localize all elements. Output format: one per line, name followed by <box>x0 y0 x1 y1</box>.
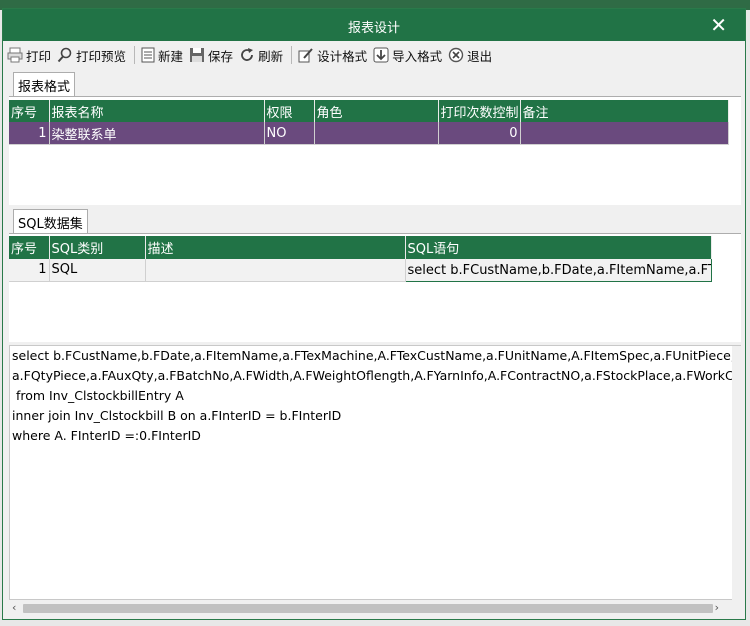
toolbar: 打印 打印预览 新建 保存 刷新 设计格式 导入格式 退出 <box>7 45 498 65</box>
sql-line: where A. FInterID =:0.FInterID <box>12 428 201 443</box>
import-format-label: 导入格式 <box>392 48 443 64</box>
column-header[interactable]: 序号 <box>9 236 50 259</box>
close-icon[interactable]: ✕ <box>710 13 727 37</box>
save-button[interactable]: 保存 <box>189 46 233 65</box>
save-label: 保存 <box>208 48 234 64</box>
floppy-disk-icon <box>190 48 205 62</box>
tab-report-format-label: 报表格式 <box>18 80 71 95</box>
report-table-header: 序号 报表名称 权限 角色 打印次数控制 备注 <box>9 100 729 122</box>
design-format-label: 设计格式 <box>317 48 368 64</box>
sql-line: from Inv_ClstockbillEntry A <box>12 388 184 403</box>
print-preview-label: 打印预览 <box>76 48 127 64</box>
cell-report-name[interactable]: 染整联系单 <box>49 122 265 145</box>
column-header[interactable]: 报表名称 <box>49 100 265 122</box>
cell-role[interactable] <box>314 122 439 145</box>
vertical-scrollbar[interactable] <box>732 346 741 600</box>
refresh-label: 刷新 <box>258 48 284 64</box>
column-header[interactable]: 备注 <box>520 100 729 122</box>
scroll-right-icon[interactable]: › <box>715 601 719 614</box>
column-header[interactable]: 打印次数控制 <box>438 100 521 122</box>
horizontal-scrollbar[interactable]: ‹ › <box>9 600 741 617</box>
magnifier-icon <box>57 47 72 63</box>
sql-line: select b.FCustName,b.FDate,a.FItemName,a… <box>12 348 735 363</box>
tab-report-format[interactable]: 报表格式 <box>13 72 76 96</box>
print-label: 打印 <box>26 48 52 64</box>
scroll-left-icon[interactable]: ‹ <box>12 601 16 614</box>
cell-seq[interactable]: 1 <box>9 258 50 282</box>
tab-sql-dataset-label: SQL数据集 <box>18 217 83 232</box>
tab-sql-dataset[interactable]: SQL数据集 <box>13 209 88 233</box>
column-header[interactable]: 描述 <box>145 236 406 259</box>
sql-table: 序号 SQL类别 描述 SQL语句 1 SQL select b.FCustNa… <box>9 236 712 282</box>
column-header[interactable]: 序号 <box>9 100 50 122</box>
table-row[interactable]: 1 SQL select b.FCustName,b.FDate,a.FItem… <box>9 258 712 282</box>
sql-table-header: 序号 SQL类别 描述 SQL语句 <box>9 236 712 259</box>
column-header[interactable]: SQL类别 <box>49 236 146 259</box>
sql-editor[interactable]: select b.FCustName,b.FDate,a.FItemName,a… <box>9 345 741 600</box>
column-header[interactable]: 权限 <box>264 100 315 122</box>
import-format-button[interactable]: 导入格式 <box>373 46 442 65</box>
new-label: 新建 <box>158 48 184 64</box>
column-header[interactable]: SQL语句 <box>405 236 712 259</box>
sql-line: a.FQtyPiece,a.FAuxQty,a.FBatchNo,A.FWidt… <box>12 368 734 383</box>
import-arrow-icon <box>373 47 389 63</box>
print-button[interactable]: 打印 <box>7 46 51 65</box>
title-bar: 报表设计 ✕ <box>3 9 745 41</box>
exit-button[interactable]: 退出 <box>448 46 492 65</box>
edit-pencil-icon <box>298 48 313 63</box>
report-design-dialog: 报表设计 ✕ 打印 打印预览 新建 保存 刷新 设计格式 导入格式 退出 报表格… <box>2 8 746 620</box>
refresh-icon <box>241 48 254 61</box>
print-preview-button[interactable]: 打印预览 <box>57 46 126 65</box>
cell-seq[interactable]: 1 <box>9 122 50 145</box>
sql-line: inner join Inv_Clstockbill B on a.FInter… <box>12 408 342 423</box>
exit-label: 退出 <box>467 48 493 64</box>
toolbar-separator <box>134 46 136 64</box>
report-table: 序号 报表名称 权限 角色 打印次数控制 备注 1 染整联系单 NO 0 <box>9 100 729 145</box>
table-row[interactable]: 1 染整联系单 NO 0 <box>9 122 729 145</box>
exit-circle-x-icon <box>448 47 464 63</box>
new-document-icon <box>141 47 155 63</box>
cell-description[interactable] <box>145 258 406 282</box>
design-format-button[interactable]: 设计格式 <box>298 46 367 65</box>
refresh-button[interactable]: 刷新 <box>239 46 283 65</box>
toolbar-separator <box>291 46 293 64</box>
column-header[interactable]: 角色 <box>314 100 439 122</box>
new-button[interactable]: 新建 <box>141 46 183 65</box>
cell-print-count[interactable]: 0 <box>438 122 521 145</box>
cell-sql-category[interactable]: SQL <box>49 258 146 282</box>
cell-remark[interactable] <box>520 122 729 145</box>
cell-sql-statement[interactable]: select b.FCustName,b.FDate,a.FItemName,a… <box>404 258 712 282</box>
printer-icon <box>7 47 23 63</box>
window-title: 报表设计 <box>347 21 400 36</box>
cell-permission[interactable]: NO <box>264 122 315 145</box>
scrollbar-thumb[interactable] <box>23 604 713 613</box>
